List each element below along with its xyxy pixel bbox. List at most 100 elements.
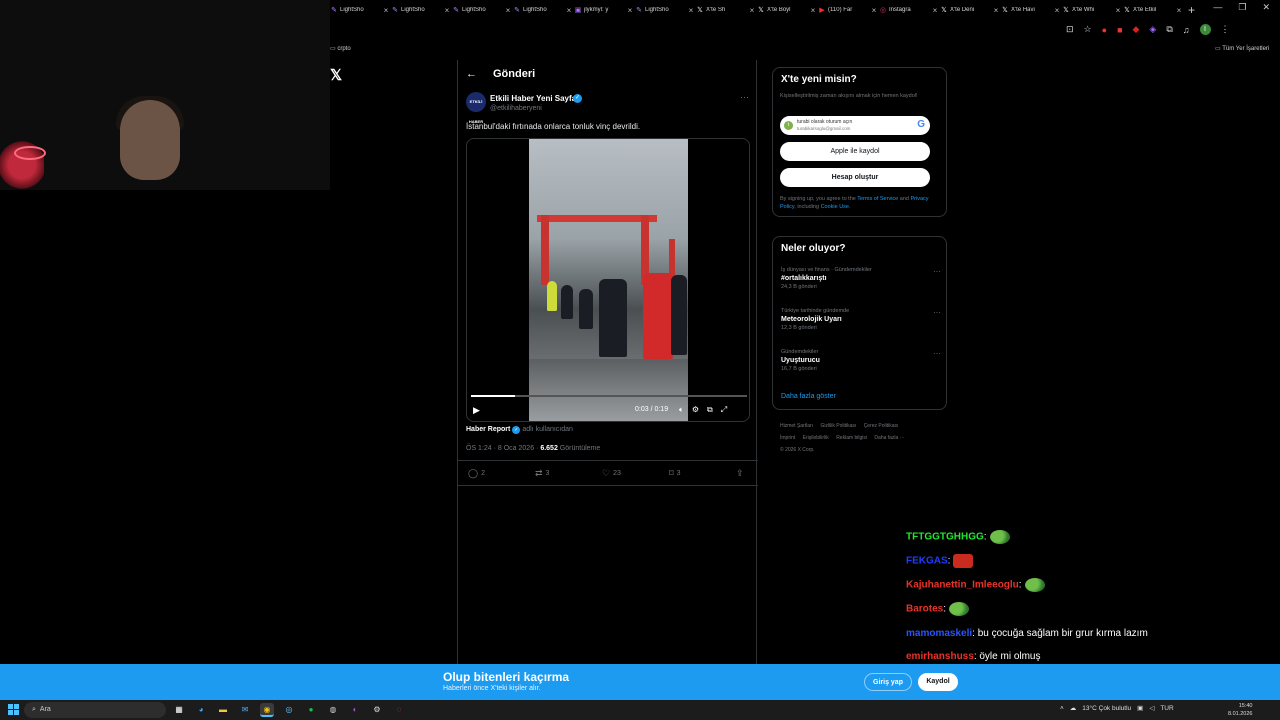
close-tab-icon[interactable]: × [625, 6, 635, 15]
steam-icon[interactable]: ◎ [282, 703, 296, 717]
obs-icon[interactable]: ◐ [348, 703, 362, 717]
browser-tab[interactable]: 𝕏 X'te Boyl × [757, 0, 818, 20]
browser-tab[interactable]: ✎ LightSho × [391, 0, 452, 20]
browser-tab[interactable]: 𝕏 X'te Whi × [1062, 0, 1123, 20]
login-button[interactable]: Giriş yap [864, 673, 912, 691]
more-options-icon[interactable]: ··· [933, 308, 941, 317]
browser-tab[interactable]: ✎ LightSho × [330, 0, 391, 20]
windows-start-icon[interactable] [8, 704, 19, 715]
google-signin-button[interactable]: t turabi olarak oturum açın turabikarsog… [780, 116, 930, 135]
volume-icon[interactable]: 🔈︎ [679, 405, 684, 415]
fullscreen-icon[interactable]: ⤢ [721, 405, 727, 415]
taskbar-search[interactable]: ⌕ Ara [24, 702, 166, 718]
footer-link[interactable]: İmprint [780, 435, 795, 441]
cookie-link[interactable]: Cookie Use [821, 204, 849, 210]
copilot-icon[interactable]: ◕ [194, 703, 208, 717]
pip-icon[interactable]: ⧉ [707, 405, 713, 415]
x-logo-icon[interactable]: 𝕏 [330, 66, 342, 84]
settings-gear-icon[interactable]: ⚙ [370, 703, 384, 717]
close-tab-icon[interactable]: × [381, 6, 391, 15]
extension-shield-icon[interactable]: ◈ [1149, 24, 1156, 35]
browser-tab[interactable]: ✎ LightSho × [452, 0, 513, 20]
browser-tab[interactable]: 𝕏 X'te Deni × [940, 0, 1001, 20]
steam-alt-icon[interactable]: ◍ [326, 703, 340, 717]
author-avatar[interactable]: ETKİLİ HABER [466, 92, 486, 124]
weather-text[interactable]: 13°C Çok bulutlu [1082, 705, 1131, 712]
play-icon[interactable]: ▶ [473, 405, 480, 416]
footer-link[interactable]: Çerez Politikası [864, 423, 899, 429]
author-handle[interactable]: @etkilihaberyeni [490, 105, 542, 112]
signup-button[interactable]: Kaydol [918, 673, 958, 691]
footer-link[interactable]: Daha fazla ··· [874, 435, 904, 441]
taskbar-clock[interactable]: 15:40 8.01.2026 [1228, 702, 1252, 718]
back-arrow-icon[interactable]: ← [466, 68, 477, 80]
trend-item[interactable]: Gündemdekiler Uyuşturucu 16,7 B gönderi … [781, 349, 941, 372]
spotify-icon[interactable]: ● [304, 703, 318, 717]
trend-item[interactable]: Türkiye tarihinde gündemde Meteorolojik … [781, 308, 941, 331]
author-name[interactable]: Etkili Haber Yeni Sayfa [490, 94, 576, 103]
footer-link[interactable]: Gizlilik Politikası [820, 423, 856, 429]
create-account-button[interactable]: Hesap oluştur [780, 168, 930, 187]
close-tab-icon[interactable]: × [991, 6, 1001, 15]
tray-chevron-icon[interactable]: ˄ [1060, 705, 1064, 712]
extension-abp-icon[interactable]: ◆ [1133, 24, 1140, 35]
chrome-icon[interactable]: ◉ [260, 703, 274, 717]
reply-button[interactable]: ◯ 2 [468, 468, 485, 479]
close-tab-icon[interactable]: × [808, 6, 818, 15]
maximize-icon[interactable]: ❐ [1238, 2, 1246, 13]
video-progress-bar[interactable] [471, 395, 747, 397]
video-player[interactable]: ▶ 0:03 / 0:19 🔈︎ ⚙ ⧉ ⤢ [466, 138, 750, 422]
trend-item[interactable]: İş dünyası ve finans · Gündemdekiler #or… [781, 267, 941, 290]
more-options-icon[interactable]: ··· [933, 267, 941, 276]
minimize-icon[interactable]: — [1213, 2, 1222, 13]
footer-link[interactable]: Hizmet Şartları [780, 423, 813, 429]
new-tab-icon[interactable]: + [1188, 3, 1195, 17]
extension-adblock-icon[interactable]: ■ [1117, 25, 1122, 35]
network-icon[interactable]: ▣ [1137, 704, 1143, 712]
footer-link[interactable]: Erişilebilirlik [803, 435, 829, 441]
media-icon[interactable]: ♫ [1183, 25, 1190, 35]
browser-tab[interactable]: ▶ (110) Far × [818, 0, 879, 20]
close-tab-icon[interactable]: × [1174, 6, 1184, 15]
all-bookmarks[interactable]: ▭ Tüm Yer İşaretleri [1215, 45, 1269, 52]
close-tab-icon[interactable]: × [564, 6, 574, 15]
menu-kebab-icon[interactable]: ⋮ [1221, 24, 1230, 35]
terms-link[interactable]: Terms of Service [857, 196, 898, 202]
show-more-link[interactable]: Daha fazla göster [781, 393, 836, 400]
file-explorer-icon[interactable]: ▬ [216, 703, 230, 717]
browser-tab[interactable]: ◎ Instagra × [879, 0, 940, 20]
close-window-icon[interactable]: ✕ [1262, 2, 1270, 13]
close-tab-icon[interactable]: × [1113, 6, 1123, 15]
browser-tab[interactable]: ✎ LightSho × [513, 0, 574, 20]
share-button[interactable]: ⇪ [736, 468, 744, 479]
close-tab-icon[interactable]: × [869, 6, 879, 15]
bookmark-crpto[interactable]: ▭ crpto [330, 45, 351, 52]
extension-red-icon[interactable]: ● [1102, 25, 1107, 35]
apple-signup-button[interactable]: Apple ile kaydol [780, 142, 930, 161]
profile-avatar[interactable]: I [1199, 24, 1211, 35]
mail-icon[interactable]: ✉ [238, 703, 252, 717]
browser-tab[interactable]: 𝕏 X'te Sh × [696, 0, 757, 20]
close-tab-icon[interactable]: × [930, 6, 940, 15]
browser-tab[interactable]: 𝕏 X'te Havi × [1001, 0, 1062, 20]
close-tab-icon[interactable]: × [747, 6, 757, 15]
footer-link[interactable]: Reklam bilgisi [836, 435, 867, 441]
repost-button[interactable]: ⇄ 3 [535, 468, 549, 479]
close-tab-icon[interactable]: × [686, 6, 696, 15]
bookmark-star-icon[interactable]: ☆ [1084, 24, 1092, 35]
post-timestamp[interactable]: ÖS 1:24 · 8 Oca 2026 · [466, 445, 540, 452]
browser-tab[interactable]: 𝕏 X'te Etkil × [1123, 0, 1184, 20]
recorder-icon[interactable]: ◌ [392, 703, 406, 717]
extensions-icon[interactable]: ⧉ [1166, 24, 1172, 35]
close-tab-icon[interactable]: × [1052, 6, 1062, 15]
settings-gear-icon[interactable]: ⚙ [692, 405, 699, 415]
bookmark-button[interactable]: ⌑ 3 [669, 468, 681, 479]
more-options-icon[interactable]: ··· [740, 92, 749, 102]
lang-indicator[interactable]: TUR [1160, 705, 1173, 712]
task-view-icon[interactable]: ▦ [172, 703, 186, 717]
browser-tab[interactable]: ✎ LightSho × [635, 0, 696, 20]
more-options-icon[interactable]: ··· [933, 349, 941, 358]
source-name[interactable]: Haber Report [466, 426, 510, 433]
close-tab-icon[interactable]: × [503, 6, 513, 15]
browser-tab[interactable]: ▣ jlykmyl: y × [574, 0, 635, 20]
